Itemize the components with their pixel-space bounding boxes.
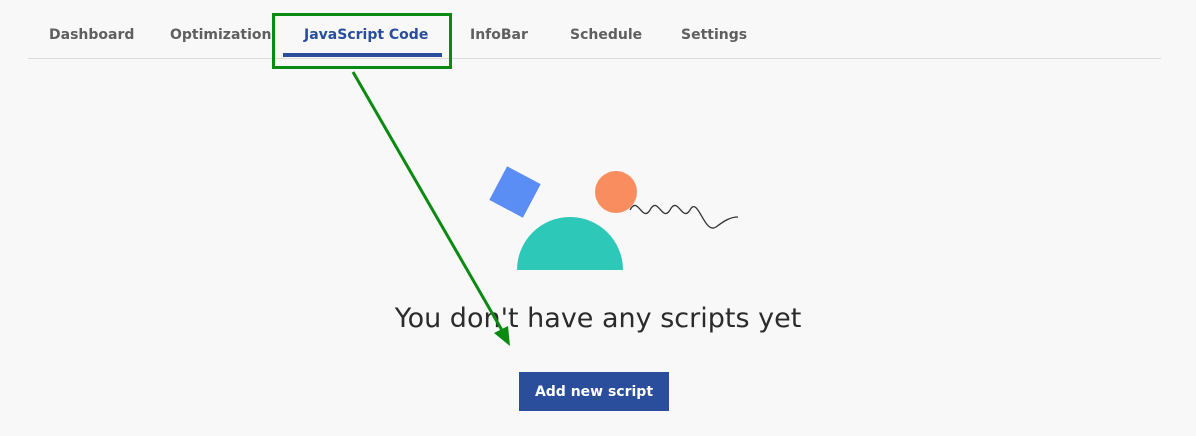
blue-square-shape [489, 166, 541, 218]
tab-schedule[interactable]: Schedule [570, 27, 642, 43]
squiggle-line-shape [629, 204, 739, 229]
tab-dashboard[interactable]: Dashboard [49, 27, 134, 43]
empty-state-message: You don't have any scripts yet [394, 303, 802, 334]
tab-infobar[interactable]: InfoBar [470, 27, 528, 43]
page: Dashboard Optimization JavaScript Code I… [0, 0, 1196, 436]
empty-state-illustration [489, 166, 739, 270]
add-new-script-button[interactable]: Add new script [519, 372, 669, 411]
tab-optimization[interactable]: Optimization [170, 27, 271, 43]
teal-semicircle-shape [517, 217, 623, 270]
tab-settings[interactable]: Settings [681, 27, 747, 43]
orange-circle-shape [595, 171, 637, 213]
annotation-highlight-box [272, 13, 452, 69]
tab-bar: Dashboard Optimization JavaScript Code I… [28, 0, 1161, 59]
